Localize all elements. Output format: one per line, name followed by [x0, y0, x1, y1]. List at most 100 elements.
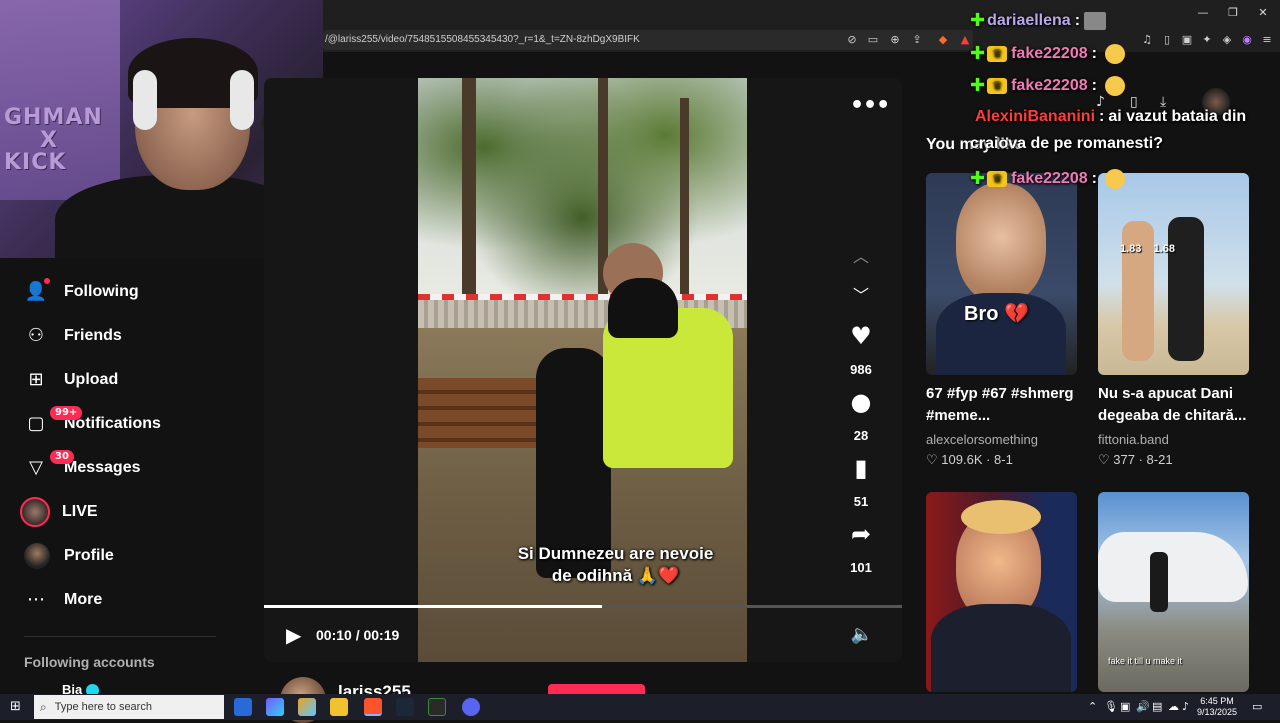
- heart-outline-icon: ♡: [1098, 452, 1110, 467]
- tray-cloud-icon[interactable]: ☁: [1168, 700, 1179, 713]
- tray-app-icon[interactable]: ▣: [1120, 700, 1130, 713]
- sidebar-item-more[interactable]: ⋯ More: [24, 585, 102, 615]
- webcam-text-line1: GHMAN: [4, 105, 103, 130]
- following-icon: 👤: [24, 278, 50, 304]
- messages-icon: ▽ 30: [24, 450, 74, 480]
- thumb-caption: fake it till u make it: [1108, 656, 1183, 666]
- taskbar-search[interactable]: ⌕ Type here to search: [34, 695, 224, 719]
- sidebar-item-friends[interactable]: ⚇ Friends: [24, 321, 122, 351]
- profile-avatar-icon: [24, 543, 50, 569]
- discord-icon[interactable]: [462, 698, 480, 716]
- chat-message: ✚ ♛ fake22208 :: [970, 168, 1125, 189]
- xbox-icon[interactable]: [428, 698, 446, 716]
- screen-icon[interactable]: ▭: [866, 33, 880, 47]
- wallet-icon[interactable]: ▣: [1180, 33, 1194, 47]
- emoji-icon: [1104, 168, 1125, 189]
- crown-icon: ♛: [987, 77, 1008, 94]
- sidebar-item-notifications[interactable]: ▢ 99+ Notifications: [24, 406, 161, 439]
- more-options-icon[interactable]: •••: [850, 93, 890, 118]
- thumb-caption: 1.83 1.68: [1120, 243, 1176, 255]
- task-view-icon[interactable]: [234, 698, 252, 716]
- bookmark-icon[interactable]: ▮: [845, 452, 877, 484]
- sidebar-item-profile[interactable]: Profile: [24, 541, 114, 571]
- headset-right: [230, 70, 254, 130]
- thumb-suit: [931, 604, 1071, 692]
- card-date: 8-21: [1146, 452, 1173, 467]
- bookmark-count: 51: [853, 494, 869, 509]
- chat-text: ai vazut bataia din: [1108, 108, 1247, 125]
- card-stats: ♡ 109.6K · 8-1: [926, 452, 1013, 467]
- tray-mic-icon[interactable]: 🎙: [1104, 700, 1118, 713]
- progress-fill: [264, 605, 603, 608]
- extension-icon[interactable]: ✦: [1200, 33, 1214, 47]
- following-accounts-title: Following accounts: [24, 654, 155, 670]
- minimize-icon[interactable]: —: [1188, 4, 1218, 22]
- chat-username: fake22208: [1011, 169, 1088, 187]
- sidebar-item-label: Upload: [64, 371, 119, 388]
- chat-separator: :: [1091, 44, 1097, 62]
- music-icon[interactable]: ♫: [1140, 33, 1154, 47]
- recommendation-thumbnail[interactable]: 1.83 1.68: [1098, 173, 1249, 375]
- maximize-icon[interactable]: ❐: [1218, 4, 1248, 22]
- chat-username: fake22208: [1011, 76, 1088, 94]
- tray-chevron-icon[interactable]: ⌃: [1088, 700, 1097, 713]
- kick-badge-icon: ✚: [970, 168, 986, 189]
- share-arrow-icon[interactable]: ➦: [845, 518, 877, 550]
- play-button[interactable]: ▶: [286, 624, 308, 646]
- sidebar-item-live[interactable]: LIVE: [20, 497, 98, 527]
- app-icon[interactable]: [298, 698, 316, 716]
- tray-network-icon[interactable]: ▤: [1152, 700, 1162, 713]
- windows-start-icon[interactable]: ⊞: [10, 700, 24, 714]
- tray-speaker-icon[interactable]: 🔊: [1136, 700, 1150, 713]
- close-icon[interactable]: ✕: [1248, 4, 1278, 22]
- headset-left: [133, 70, 157, 130]
- steam-icon[interactable]: [396, 698, 414, 716]
- vpn-icon[interactable]: ◈: [1220, 33, 1234, 47]
- sidebar-item-label: Profile: [64, 547, 114, 564]
- leo-ai-icon[interactable]: ◉: [1240, 33, 1254, 47]
- like-icon[interactable]: ♥: [845, 320, 877, 352]
- notification-center-icon[interactable]: ▭: [1252, 700, 1262, 713]
- thumb-person-right: [1168, 217, 1204, 361]
- sidebar-item-upload[interactable]: ⊞ Upload: [24, 365, 118, 395]
- video-tape: [418, 294, 747, 300]
- file-explorer-icon[interactable]: [330, 698, 348, 716]
- video-person-bystander: [608, 278, 678, 338]
- card-author[interactable]: fittonia.band: [1098, 432, 1169, 447]
- chevron-up-icon[interactable]: ︿: [848, 243, 874, 266]
- chat-username: AlexiniBananini: [975, 108, 1096, 125]
- volume-icon[interactable]: 🔈: [850, 624, 874, 646]
- chat-separator: :: [1074, 11, 1081, 29]
- brave-shield-icon[interactable]: ◆: [936, 33, 950, 47]
- thumb-person: [1150, 552, 1168, 612]
- copilot-icon[interactable]: [266, 698, 284, 716]
- card-author[interactable]: alexcelorsomething: [926, 432, 1038, 447]
- kick-badge-icon: ✚: [970, 43, 986, 64]
- recommendation-thumbnail[interactable]: Bro 💔: [926, 173, 1077, 375]
- zoom-icon[interactable]: ⊕: [888, 33, 902, 47]
- chat-separator: :: [1091, 169, 1097, 187]
- card-title[interactable]: Nu s-a apucat Dani degeaba de chitară...: [1098, 383, 1250, 427]
- recommendation-thumbnail[interactable]: [926, 492, 1077, 692]
- brave-browser-icon[interactable]: [364, 698, 382, 716]
- card-title[interactable]: 67 #fyp #67 #shmerg #meme...: [926, 383, 1078, 427]
- like-count: 986: [850, 362, 872, 377]
- chevron-down-icon[interactable]: ﹀: [848, 282, 874, 305]
- recommendation-thumbnail[interactable]: fake it till u make it: [1098, 492, 1249, 692]
- share-icon[interactable]: ⇪: [910, 33, 924, 47]
- subtitle-line-2: de odihnă 🙏❤️: [551, 566, 680, 585]
- sidebar-toggle-icon[interactable]: ▯: [1160, 33, 1174, 47]
- sidebar-item-following[interactable]: 👤 Following: [24, 277, 139, 307]
- taskbar-clock[interactable]: 6:45 PM 9/13/2025: [1194, 696, 1240, 718]
- chat-message: AlexiniBananini : ai vazut bataia din: [975, 108, 1246, 126]
- webcam-text-line3: KICK: [4, 150, 67, 175]
- chat-username: fake22208: [1011, 44, 1088, 62]
- comment-icon[interactable]: ●: [845, 386, 877, 418]
- reader-mode-icon[interactable]: ⊘: [845, 33, 859, 47]
- thumb-jet: [1098, 532, 1248, 602]
- live-icon: [20, 497, 50, 527]
- menu-icon[interactable]: ≡: [1260, 33, 1274, 47]
- friends-icon: ⚇: [27, 325, 45, 346]
- tray-volume-icon[interactable]: ♪: [1182, 700, 1189, 713]
- sidebar-item-messages[interactable]: ▽ 30 Messages: [24, 450, 141, 483]
